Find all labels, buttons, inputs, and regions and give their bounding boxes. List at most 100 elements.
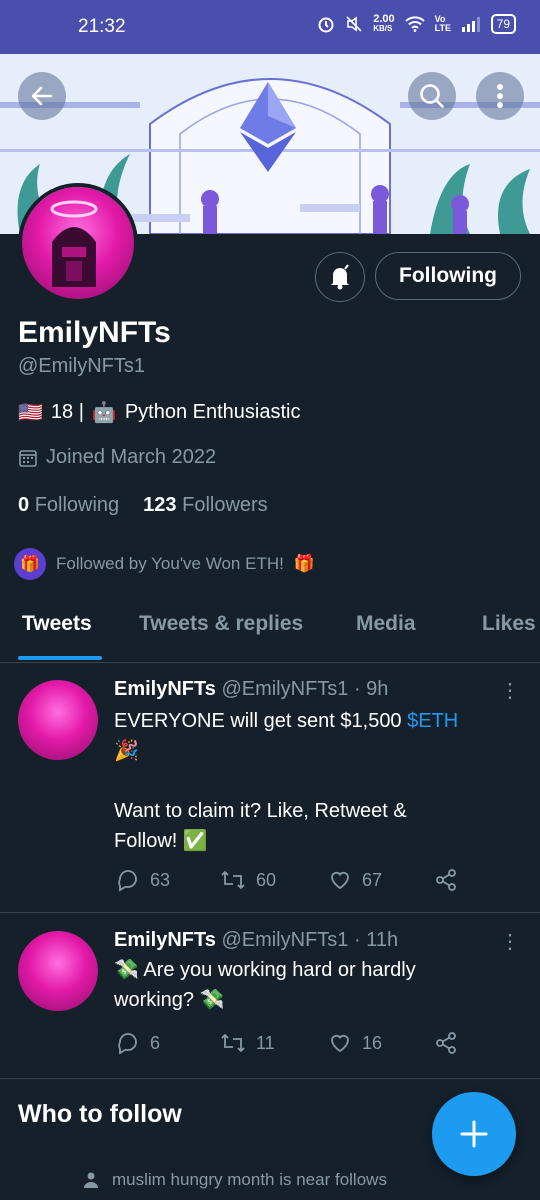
retweet-count: 11 bbox=[256, 1032, 275, 1053]
tab-tweets-replies[interactable]: Tweets & replies bbox=[139, 612, 303, 636]
who-to-follow-context: muslim hungry month is near follows bbox=[84, 1170, 387, 1190]
share-button[interactable] bbox=[434, 868, 458, 892]
bell-icon bbox=[331, 264, 349, 290]
status-icons: 2.00 KB/S Vo LTE 79 bbox=[317, 14, 516, 34]
joined-text: Joined March 2022 bbox=[46, 446, 217, 468]
share-icon bbox=[436, 1032, 456, 1054]
reply-count: 6 bbox=[150, 1032, 161, 1053]
share-icon bbox=[436, 869, 456, 891]
like-count: 67 bbox=[362, 869, 383, 890]
avatar-image bbox=[22, 187, 134, 299]
who-to-follow-heading: Who to follow bbox=[18, 1100, 182, 1128]
who-to-follow-context-text: muslim hungry month is near follows bbox=[112, 1170, 387, 1189]
retweet-button[interactable]: 60 bbox=[220, 868, 328, 892]
followed-by-text: Followed by You've Won ETH! bbox=[56, 554, 284, 573]
gift-emoji: 🎁 bbox=[293, 554, 316, 573]
tweet-actions: 63 60 67 bbox=[116, 868, 458, 892]
tweet-text: 💸 Are you working hard or hardly working… bbox=[114, 955, 514, 1015]
status-bar: 21:32 2.00 KB/S Vo LTE 79 bbox=[0, 0, 540, 54]
like-button[interactable]: 16 bbox=[328, 1031, 434, 1055]
heart-icon bbox=[331, 871, 349, 890]
followed-by[interactable]: 🎁 Followed by You've Won ETH! 🎁 bbox=[14, 548, 315, 580]
profile-joined: Joined March 2022 bbox=[18, 446, 216, 469]
mute-icon bbox=[346, 16, 362, 32]
tweet-text: EVERYONE will get sent $1,500 $ETH 🎉 Wan… bbox=[114, 706, 514, 856]
compose-tweet-button[interactable] bbox=[432, 1092, 516, 1176]
speed-value: 2.00 bbox=[373, 13, 395, 25]
status-time: 21:32 bbox=[78, 16, 126, 37]
search-icon bbox=[420, 84, 444, 108]
tweet-item[interactable]: EmilyNFTs @EmilyNFTs1 · 11h ⋮ 💸 Are you … bbox=[0, 913, 540, 1079]
reply-button[interactable]: 6 bbox=[116, 1031, 220, 1055]
tweet-avatar[interactable] bbox=[18, 680, 98, 760]
reply-icon bbox=[118, 870, 137, 892]
speed-unit: KB/S bbox=[373, 24, 393, 33]
active-tab-indicator bbox=[18, 656, 102, 660]
arrow-left-icon bbox=[31, 86, 53, 106]
like-count: 16 bbox=[362, 1032, 383, 1053]
retweet-icon bbox=[221, 870, 245, 890]
more-options-button[interactable] bbox=[476, 72, 524, 120]
tweet-header: EmilyNFTs @EmilyNFTs1 · 9h bbox=[114, 678, 388, 701]
tweet-line: working? 💸 bbox=[114, 989, 225, 1011]
tweet-more-button[interactable]: ⋮ bbox=[500, 929, 520, 953]
profile-bio: 🇺🇸 18 | 🤖 Python Enthusiastic bbox=[18, 400, 300, 425]
retweet-button[interactable]: 11 bbox=[220, 1031, 328, 1055]
tweet-line: EVERYONE will get sent $1,500 bbox=[114, 710, 402, 732]
retweet-count: 60 bbox=[256, 869, 277, 890]
tweet-more-button[interactable]: ⋮ bbox=[500, 678, 520, 702]
alarm-icon bbox=[318, 17, 334, 33]
follower-avatar: 🎁 bbox=[14, 548, 46, 580]
profile-handle: @EmilyNFTs1 bbox=[18, 355, 145, 377]
tweet-line: 💸 Are you working hard or hardly bbox=[114, 959, 416, 981]
following-count-link[interactable]: 0 Following bbox=[18, 494, 119, 517]
heart-icon bbox=[331, 1034, 349, 1053]
following-label: Following bbox=[34, 494, 120, 516]
reply-button[interactable]: 63 bbox=[116, 868, 220, 892]
tweet-avatar[interactable] bbox=[18, 931, 98, 1011]
tweet-actions: 6 11 16 bbox=[116, 1031, 458, 1055]
tweet-author-name: EmilyNFTs bbox=[114, 678, 216, 700]
profile-name: EmilyNFTs bbox=[18, 316, 171, 349]
bio-text-age: 18 | bbox=[50, 401, 84, 423]
tweet-line: 🎉 bbox=[114, 740, 139, 762]
wifi-icon bbox=[404, 16, 425, 32]
tweet-line: Want to claim it? Like, Retweet & bbox=[114, 800, 407, 822]
tab-media[interactable]: Media bbox=[356, 612, 416, 636]
battery-indicator: 79 bbox=[490, 14, 516, 34]
tweet-author-name: EmilyNFTs bbox=[114, 929, 216, 951]
network-speed: 2.00 KB/S bbox=[373, 14, 394, 34]
search-button[interactable] bbox=[408, 72, 456, 120]
more-vertical-icon bbox=[497, 84, 503, 108]
tweet-line: Follow! ✅ bbox=[114, 830, 208, 852]
share-button[interactable] bbox=[434, 1031, 458, 1055]
followers-count-link[interactable]: 123 Followers bbox=[143, 494, 268, 517]
tweet-header: EmilyNFTs @EmilyNFTs1 · 11h bbox=[114, 929, 398, 952]
profile-tabs: Tweets Tweets & replies Media Likes bbox=[0, 600, 540, 663]
notifications-bell-button[interactable] bbox=[315, 252, 365, 302]
followers-count: 123 bbox=[143, 494, 177, 516]
like-button[interactable]: 67 bbox=[328, 868, 434, 892]
bio-text-interest: Python Enthusiastic bbox=[124, 401, 301, 423]
tweet-meta: @EmilyNFTs1 · 11h bbox=[221, 929, 399, 951]
reply-icon bbox=[118, 1033, 137, 1055]
calendar-icon bbox=[19, 449, 37, 467]
tweet-avatar-image bbox=[18, 931, 98, 1011]
tweet-meta: @EmilyNFTs1 · 9h bbox=[221, 678, 389, 700]
tab-likes[interactable]: Likes bbox=[482, 612, 536, 636]
retweet-icon bbox=[221, 1033, 245, 1053]
robot-emoji: 🤖 bbox=[91, 402, 117, 424]
tab-tweets[interactable]: Tweets bbox=[22, 612, 92, 636]
back-button[interactable] bbox=[18, 72, 66, 120]
cashtag-link[interactable]: $ETH bbox=[407, 710, 458, 732]
follow-counts: 0 Following 123 Followers bbox=[18, 494, 268, 517]
tweet-avatar-image bbox=[18, 680, 98, 760]
following-button[interactable]: Following bbox=[375, 252, 521, 300]
followers-label: Followers bbox=[182, 494, 268, 516]
profile-avatar[interactable] bbox=[18, 183, 138, 303]
tweet-item[interactable]: EmilyNFTs @EmilyNFTs1 · 9h ⋮ EVERYONE wi… bbox=[0, 662, 540, 913]
volte-indicator: Vo LTE bbox=[434, 14, 451, 33]
reply-count: 63 bbox=[150, 869, 171, 890]
plus-icon bbox=[460, 1120, 488, 1148]
flag-emoji: 🇺🇸 bbox=[18, 402, 43, 424]
